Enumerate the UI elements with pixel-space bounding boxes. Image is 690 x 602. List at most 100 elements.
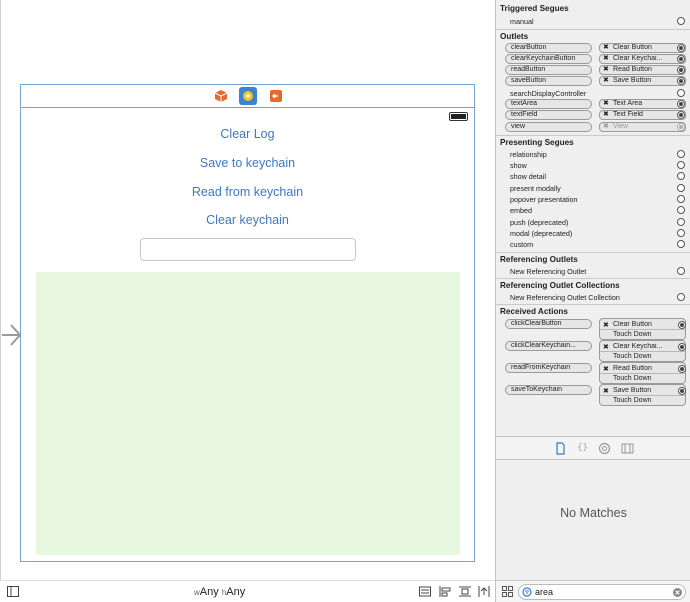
outlet-name[interactable]: clearButton (505, 43, 592, 53)
battery-icon (449, 112, 468, 121)
connection-circle[interactable] (677, 100, 685, 108)
outlet-name[interactable]: textField (505, 110, 592, 120)
action-connection[interactable]: ✖ Read Button Touch Down (599, 362, 686, 384)
segue-row: show (496, 160, 690, 171)
action-name[interactable]: readFromKeychain (505, 363, 592, 373)
align-icon[interactable] (439, 586, 451, 597)
resolve-autolayout-icon[interactable] (478, 586, 490, 597)
outlet-target: Save Button (613, 77, 652, 84)
outlet-target: Read Button (613, 66, 652, 73)
read-from-keychain-button[interactable]: Read from keychain (21, 185, 474, 199)
clear-log-button[interactable]: Clear Log (21, 127, 474, 141)
action-event: Touch Down (613, 397, 652, 404)
size-class-selector[interactable]: wAny hAny (194, 586, 245, 598)
view-controller-scene[interactable]: Clear Log Save to keychain Read from key… (20, 84, 475, 562)
connection-circle[interactable] (677, 229, 685, 237)
pin-icon[interactable] (459, 586, 471, 597)
segue-label: modal (deprecated) (510, 229, 573, 238)
connection-circle[interactable] (677, 77, 685, 85)
connection-circle[interactable] (678, 343, 686, 351)
connection-circle[interactable] (677, 195, 685, 203)
action-connection[interactable]: ✖ Clear Button Touch Down (599, 318, 686, 340)
action-name[interactable]: clickClearKeychain... (505, 341, 592, 351)
outlet-name[interactable]: saveButton (505, 76, 592, 86)
file-template-icon[interactable] (554, 442, 567, 455)
connection-circle[interactable] (678, 321, 686, 329)
connection-circle[interactable] (677, 66, 685, 74)
segue-label: custom (510, 240, 534, 249)
segue-label: show detail (510, 172, 546, 181)
object-library-icon[interactable] (598, 442, 611, 455)
action-connection[interactable]: ✖ Clear Keychai... Touch Down (599, 340, 686, 362)
filter-icon (522, 587, 532, 597)
clear-keychain-button[interactable]: Clear keychain (21, 213, 474, 227)
segue-row: relationship (496, 149, 690, 160)
action-name[interactable]: clickClearButton (505, 319, 592, 329)
connection-circle[interactable] (677, 150, 685, 158)
media-library-icon[interactable] (621, 442, 634, 455)
connection-circle[interactable] (677, 44, 685, 52)
action-row: readFromKeychain ✖ Read Button Touch Down (496, 362, 690, 384)
connection-circle[interactable] (677, 293, 685, 301)
text-field[interactable] (140, 238, 356, 261)
embed-in-stack-icon[interactable] (419, 586, 431, 597)
connection-circle[interactable] (678, 365, 686, 373)
segue-row: show detail (496, 171, 690, 182)
presenting-segues-section: Presenting Segues relationship show show… (496, 135, 690, 252)
connection-circle[interactable] (677, 17, 685, 25)
outlet-target: Text Area (613, 100, 643, 107)
view-controller-icon[interactable] (239, 87, 257, 105)
connection-circle[interactable] (677, 172, 685, 180)
height-class: Any (226, 586, 246, 598)
connection-circle[interactable] (677, 267, 685, 275)
connection-circle[interactable] (677, 206, 685, 214)
outlet-name[interactable]: view (505, 122, 592, 132)
connection-circle[interactable] (677, 161, 685, 169)
outlet-row: view ✖ View (496, 122, 690, 133)
outlet-connection[interactable]: ✖ Read Button (599, 65, 686, 75)
clear-filter-icon[interactable] (673, 588, 682, 597)
connection-circle[interactable] (677, 123, 685, 131)
outlet-name[interactable]: clearKeychainButton (505, 54, 592, 64)
library-filter-field[interactable]: area (518, 584, 686, 600)
segue-label: manual (510, 17, 534, 26)
action-connection[interactable]: ✖ Save Button Touch Down (599, 384, 686, 406)
outlet-connection[interactable]: ✖ Text Area (599, 99, 686, 109)
outlet-target: View (613, 123, 629, 130)
segue-label: embed (510, 206, 532, 215)
outlet-connection[interactable]: ✖ View (599, 122, 686, 132)
grid-view-icon[interactable] (502, 586, 513, 597)
outlet-target: Clear Keychai... (613, 55, 663, 62)
connection-circle[interactable] (678, 387, 686, 395)
action-row: saveToKeychain ✖ Save Button Touch Down (496, 384, 690, 406)
action-target: Clear Button (613, 321, 652, 328)
code-snippet-icon[interactable]: {} (576, 442, 589, 455)
outlet-target: Clear Button (613, 44, 652, 51)
segue-row: push (deprecated) (496, 217, 690, 228)
connection-circle[interactable] (677, 240, 685, 248)
save-to-keychain-button[interactable]: Save to keychain (21, 156, 474, 170)
action-name[interactable]: saveToKeychain (505, 385, 592, 395)
outlet-connection[interactable]: ✖ Clear Button (599, 43, 686, 53)
segue-row: custom (496, 239, 690, 250)
outlet-connection[interactable]: ✖ Save Button (599, 76, 686, 86)
connection-circle[interactable] (677, 55, 685, 63)
text-area[interactable] (36, 272, 460, 555)
storyboard-canvas[interactable]: Clear Log Save to keychain Read from key… (0, 0, 495, 580)
cube-icon[interactable] (213, 88, 229, 104)
outlet-name[interactable]: readButton (505, 65, 592, 75)
section-title: Referencing Outlet Collections (500, 281, 620, 290)
connection-circle[interactable] (677, 89, 685, 97)
connection-circle[interactable] (677, 111, 685, 119)
width-class: Any (199, 586, 219, 598)
connection-circle[interactable] (677, 184, 685, 192)
outlet-row: clearButton ✖ Clear Button (496, 43, 690, 54)
scene-dock (21, 85, 474, 108)
connection-circle[interactable] (677, 218, 685, 226)
document-outline-toggle-icon[interactable] (7, 586, 19, 597)
outlet-row: textField ✖ Text Field (496, 110, 690, 121)
outlet-connection[interactable]: ✖ Text Field (599, 110, 686, 120)
outlet-connection[interactable]: ✖ Clear Keychai... (599, 54, 686, 64)
exit-icon[interactable] (268, 88, 284, 104)
outlet-name[interactable]: textArea (505, 99, 592, 109)
